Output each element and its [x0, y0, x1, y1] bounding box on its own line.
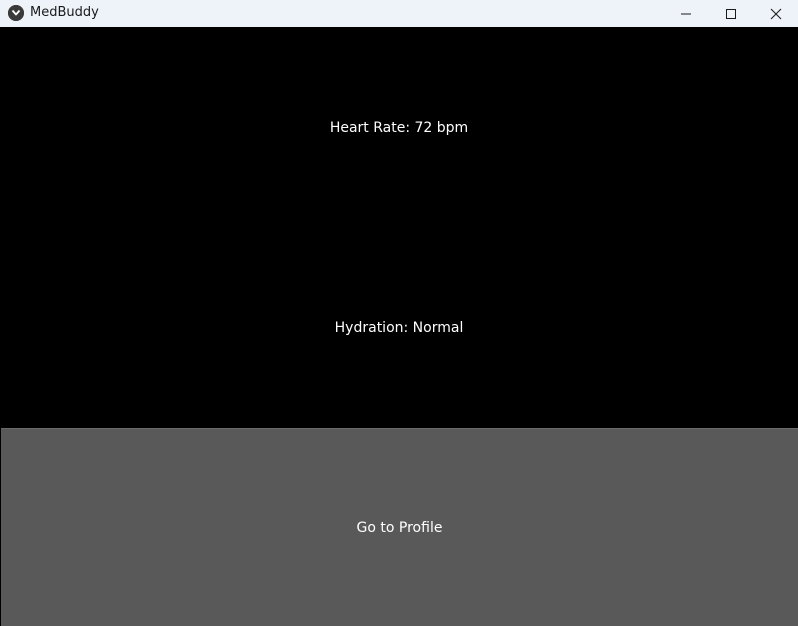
go-to-profile-button[interactable]: Go to Profile [1, 428, 798, 626]
maximize-button[interactable] [708, 0, 754, 27]
close-icon [770, 8, 782, 19]
main-content: Heart Rate: 72 bpm Hydration: Normal Go … [0, 28, 798, 626]
close-button[interactable] [753, 0, 798, 27]
title-bar[interactable]: MedBuddy [0, 0, 798, 27]
window-title: MedBuddy [30, 5, 99, 20]
minimize-button[interactable] [663, 0, 709, 27]
minimize-icon [681, 13, 691, 14]
maximize-icon [726, 8, 736, 19]
heart-rate-label: Heart Rate: 72 bpm [329, 120, 469, 136]
hydration-label: Hydration: Normal [334, 320, 464, 336]
app-logo-icon [8, 5, 24, 21]
app-window: MedBuddy Heart Rate: 72 bpm Hydration: N… [0, 0, 798, 626]
